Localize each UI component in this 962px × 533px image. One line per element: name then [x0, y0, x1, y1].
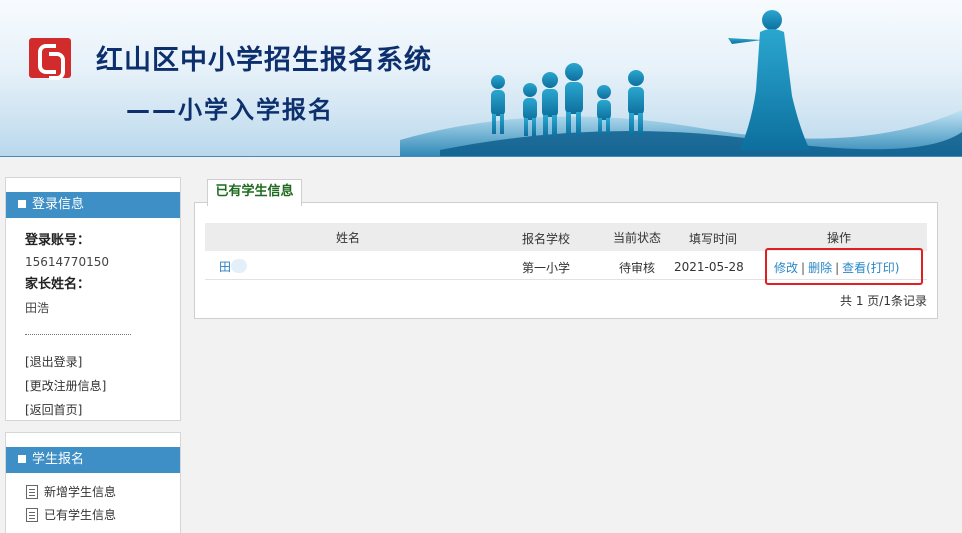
- site-title: 红山区中小学招生报名系统: [96, 45, 432, 76]
- parent-name-label: 家长姓名：: [25, 277, 91, 292]
- parent-name-value: 田浩: [25, 301, 50, 315]
- document-icon: [26, 507, 38, 522]
- date-cell: 2021-05-28: [674, 260, 744, 274]
- login-info-heading: 登录信息: [6, 192, 180, 218]
- pager-info: 共 1 页/1条记录: [840, 294, 927, 308]
- redacted-mask: [231, 259, 248, 273]
- account-label: 登录账号：: [25, 233, 91, 248]
- minus-icon: [18, 200, 26, 208]
- site-logo-icon: [29, 38, 71, 80]
- edit-registration-link[interactable]: [更改注册信息]: [25, 377, 180, 394]
- logout-link[interactable]: [退出登录]: [25, 353, 180, 370]
- existing-students-link[interactable]: 已有学生信息: [26, 506, 180, 523]
- banner-children-silhouette-image: [400, 10, 962, 156]
- add-student-link[interactable]: 新增学生信息: [26, 483, 180, 500]
- student-registration-panel: 学生报名 新增学生信息 已有学生信息: [5, 432, 181, 533]
- return-home-link[interactable]: [返回首页]: [25, 401, 180, 418]
- student-name[interactable]: 田: [219, 258, 248, 275]
- divider: [25, 334, 131, 335]
- col-date-header: 填写时间: [689, 232, 738, 246]
- tab-existing-students[interactable]: 已有学生信息: [207, 179, 302, 206]
- col-actions-header: 操作: [827, 231, 852, 245]
- actions-highlight-box: [765, 248, 923, 285]
- login-info-panel: 登录信息 登录账号： 15614770150 家长姓名： 田浩 [退出登录] […: [5, 177, 181, 421]
- minus-icon: [18, 455, 26, 463]
- col-name-header: 姓名: [336, 231, 361, 245]
- school-cell: 第一小学: [522, 261, 571, 275]
- account-value: 15614770150: [25, 255, 109, 269]
- document-icon: [26, 484, 38, 499]
- site-subtitle: ——小学入学报名: [126, 96, 334, 124]
- status-cell: 待审核: [619, 261, 656, 275]
- col-status-header: 当前状态: [613, 231, 662, 245]
- student-list-box: 姓名 报名学校 当前状态 填写时间 操作 田 第一小学 待审核 2021-05-…: [194, 202, 938, 319]
- col-school-header: 报名学校: [522, 232, 571, 246]
- student-registration-heading: 学生报名: [6, 447, 180, 473]
- table-header: 姓名 报名学校 当前状态 填写时间 操作: [205, 223, 927, 251]
- site-header: 红山区中小学招生报名系统 ——小学入学报名: [0, 0, 962, 157]
